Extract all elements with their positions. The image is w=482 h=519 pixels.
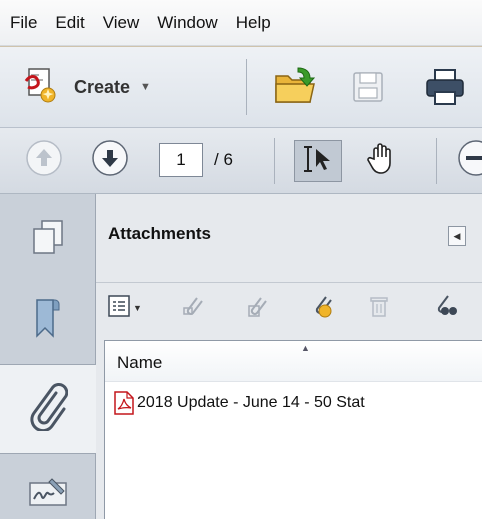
menu-bar: File Edit View Window Help (0, 0, 482, 46)
toolbar-divider (436, 138, 437, 184)
zoom-out-button[interactable] (456, 139, 482, 182)
menu-edit[interactable]: Edit (55, 13, 84, 33)
acrobat-window: File Edit View Window Help Create ▼ 1 / … (0, 0, 482, 519)
page-thumbnails-button[interactable] (0, 214, 95, 264)
delete-attachment-button[interactable] (366, 295, 392, 321)
panel-title: Attachments (108, 224, 211, 243)
create-pdf-icon (20, 65, 60, 110)
save-button[interactable] (348, 69, 388, 109)
toolbar-divider (246, 59, 247, 115)
chevron-down-icon: ▼ (133, 303, 142, 313)
attachments-button[interactable] (0, 364, 96, 454)
attachments-panel: Attachments ◀ ▼ ▲ Name 2018 Update - Jun… (96, 194, 482, 519)
page-number-input[interactable]: 1 (159, 143, 203, 177)
previous-page-button[interactable] (24, 139, 64, 182)
toolbar-divider (274, 138, 275, 184)
search-attachments-button[interactable] (432, 294, 460, 323)
arrow-up-circle-icon (25, 139, 63, 182)
menu-window[interactable]: Window (157, 13, 217, 33)
attachments-list: ▲ Name 2018 Update - June 14 - 50 Stat (104, 340, 482, 519)
column-header-name[interactable]: Name (117, 353, 162, 373)
save-attachment-button[interactable] (244, 295, 270, 321)
open-folder-icon (272, 64, 318, 111)
paperclip-save-icon (245, 294, 269, 323)
printer-icon (423, 68, 467, 111)
hand-icon (364, 141, 400, 182)
page-total-label: / 6 (214, 150, 233, 169)
open-attachment-button[interactable] (180, 295, 206, 321)
add-attachment-button[interactable] (308, 295, 334, 321)
select-tool-button[interactable] (294, 140, 342, 182)
attachments-toolbar: ▼ (96, 282, 482, 333)
paperclip-open-icon (181, 294, 205, 323)
triangle-left-icon: ◀ (453, 230, 461, 241)
main-toolbar: Create ▼ (0, 47, 482, 128)
pages-icon (30, 218, 66, 261)
list-options-icon (108, 294, 130, 322)
minus-circle-icon (457, 139, 482, 182)
save-disk-icon (351, 70, 385, 109)
collapse-panel-button[interactable]: ◀ (448, 226, 466, 246)
print-button[interactable] (420, 68, 470, 111)
attachment-name: 2018 Update - June 14 - 50 Stat (137, 394, 365, 411)
menu-help[interactable]: Help (236, 13, 271, 33)
list-item[interactable]: 2018 Update - June 14 - 50 Stat (105, 389, 482, 417)
chevron-down-icon: ▼ (140, 81, 151, 93)
menu-file[interactable]: File (10, 13, 37, 33)
open-button[interactable] (270, 65, 320, 109)
create-button[interactable]: Create ▼ (20, 67, 151, 107)
hand-tool-button[interactable] (360, 140, 404, 182)
create-label: Create (74, 76, 131, 97)
sort-ascending-icon: ▲ (301, 343, 310, 353)
signatures-button[interactable] (0, 469, 95, 519)
menu-view[interactable]: View (103, 13, 140, 33)
navigation-pane-strip (0, 194, 96, 519)
paperclip-add-icon (308, 293, 334, 324)
signature-icon (26, 475, 70, 514)
binoculars-icon (432, 294, 460, 323)
arrow-down-circle-icon (91, 139, 129, 182)
list-header: ▲ Name (105, 341, 482, 382)
paperclip-icon (28, 382, 69, 436)
next-page-button[interactable] (90, 139, 130, 182)
navigation-toolbar: 1 / 6 (0, 128, 482, 194)
select-cursor-icon (300, 143, 336, 180)
bookmarks-button[interactable] (0, 290, 95, 350)
bookmark-icon (33, 296, 63, 345)
options-menu-button[interactable]: ▼ (108, 294, 142, 322)
pdf-icon (113, 391, 135, 415)
trash-icon (368, 294, 390, 323)
